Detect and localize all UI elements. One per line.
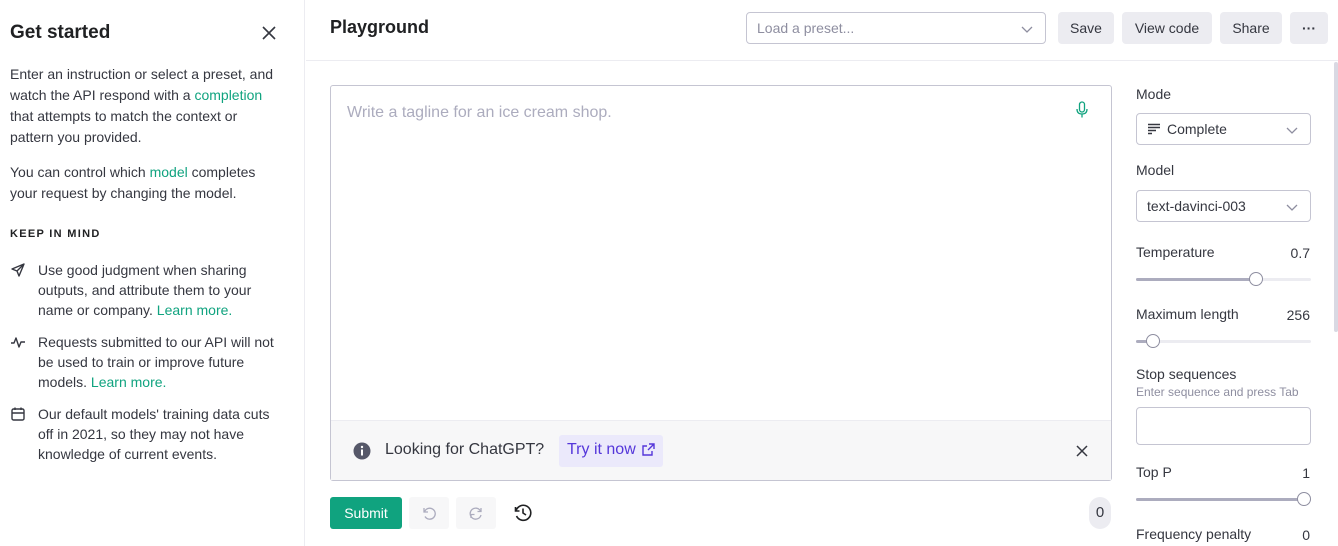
tip-privacy: Requests submitted to our API will not b… [10,332,290,392]
more-button[interactable]: ··· [1290,12,1328,44]
chatgpt-banner: Looking for ChatGPT? Try it now [331,420,1111,480]
share-button[interactable]: Share [1220,12,1282,44]
tip-training-data: Our default models' training data cuts o… [10,404,290,464]
close-icon[interactable] [1075,444,1089,458]
slider-handle[interactable] [1297,492,1311,506]
intro-text: Enter an instruction or select a preset,… [10,66,274,145]
stop-sequences-input[interactable] [1136,407,1311,445]
completion-link[interactable]: completion [194,87,262,103]
close-icon[interactable] [260,24,278,42]
undo-icon [423,507,436,520]
prompt-editor[interactable]: Write a tagline for an ice cream shop. L… [330,85,1112,481]
top-p-label: Top P [1136,464,1172,480]
max-length-label: Maximum length [1136,306,1239,322]
save-button[interactable]: Save [1058,12,1114,44]
temperature-value: 0.7 [1290,245,1310,261]
get-started-panel: Get started Enter an instruction or sele… [0,0,305,546]
temperature-label: Temperature [1136,244,1215,260]
frequency-penalty-label: Frequency penalty [1136,526,1252,542]
view-code-button[interactable]: View code [1122,12,1212,44]
chatgpt-prompt: Looking for ChatGPT? [385,441,545,458]
model-select[interactable]: text-davinci-003 [1136,190,1311,222]
chevron-down-icon [1286,204,1298,211]
mode-select[interactable]: Complete [1136,113,1311,145]
submit-button[interactable]: Submit [330,497,402,529]
max-length-slider[interactable] [1136,334,1311,348]
chevron-down-icon [1286,127,1298,134]
try-it-now-link[interactable]: Try it now [559,435,663,467]
slider-handle[interactable] [1145,334,1160,348]
undo-button[interactable] [409,497,449,529]
stop-sequences-hint: Enter sequence and press Tab [1136,385,1299,399]
settings-scrollbar[interactable] [1334,62,1338,332]
top-p-slider[interactable] [1136,492,1311,506]
tip-sharing: Use good judgment when sharing outputs, … [10,260,290,320]
temperature-slider[interactable] [1136,272,1311,286]
model-link[interactable]: model [150,164,188,180]
chevron-down-icon [1021,26,1033,33]
top-p-value: 1 [1302,465,1310,481]
max-length-value: 256 [1286,307,1310,323]
slider-handle[interactable] [1248,272,1263,286]
token-count: 0 [1089,497,1111,529]
calendar-icon [11,407,25,421]
prompt-placeholder: Write a tagline for an ice cream shop. [347,104,612,121]
keep-in-mind-heading: KEEP IN MIND [10,228,101,240]
learn-more-link[interactable]: Learn more. [91,374,166,390]
page-title: Playground [330,17,430,37]
model-label: Model [1136,162,1175,178]
stop-sequences-label: Stop sequences [1136,366,1237,382]
learn-more-link[interactable]: Learn more. [157,302,232,318]
regenerate-button[interactable] [456,497,496,529]
send-icon [11,263,25,277]
panel-title: Get started [10,22,111,43]
mode-label: Mode [1136,86,1172,102]
preset-select[interactable]: Load a preset... [746,12,1046,44]
model-text: You can control which model completes yo… [10,164,256,201]
frequency-penalty-value: 0 [1302,527,1310,543]
activity-icon [11,337,25,348]
info-icon [353,442,371,460]
external-link-icon [642,443,655,456]
complete-mode-icon [1148,123,1160,135]
microphone-icon[interactable] [1075,101,1089,119]
history-icon[interactable] [513,503,533,523]
refresh-icon [469,507,482,520]
header-bar: Playground Load a preset... Save View co… [306,0,1338,61]
